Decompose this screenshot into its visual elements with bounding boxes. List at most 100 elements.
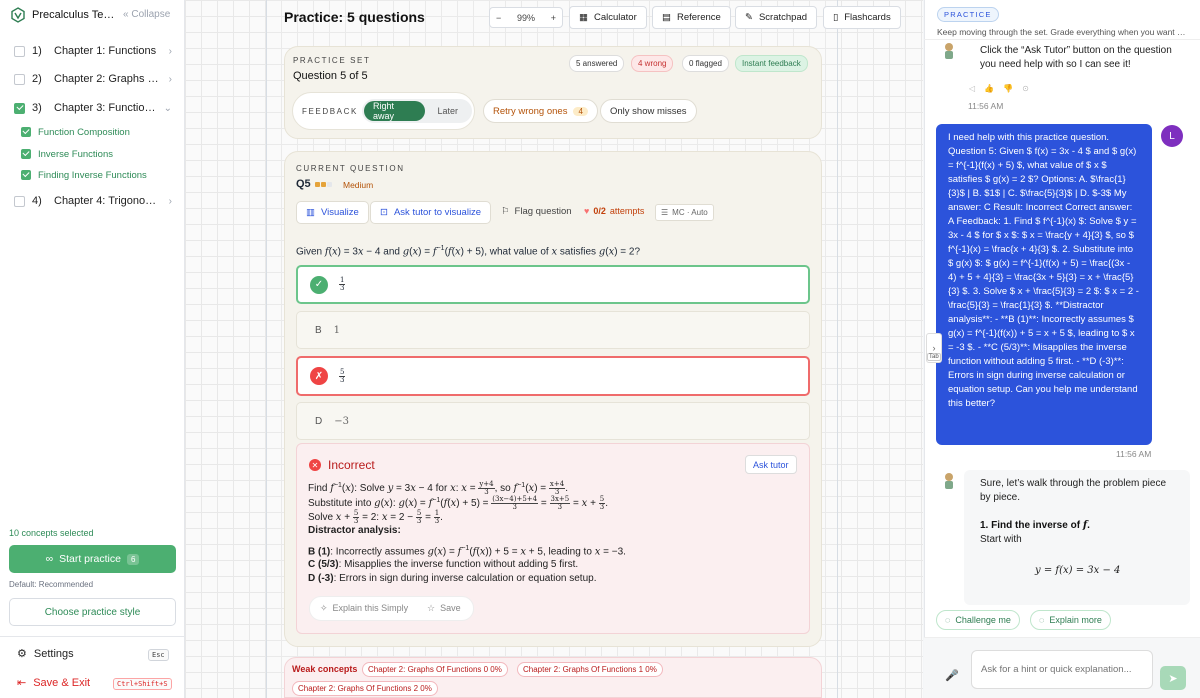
star-icon: ☆	[427, 603, 436, 613]
subtopic-item[interactable]: Finding Inverse Functions	[21, 168, 147, 182]
explain-simply-button[interactable]: ✧ Explain this Simply	[320, 603, 408, 614]
chevron-right-icon[interactable]: ›	[169, 196, 172, 207]
step-equation: y = f(x) = 3x − 4	[1035, 565, 1121, 576]
practice-set-label: PRACTICE SET	[293, 56, 371, 65]
page-title: Practice: 5 questions	[284, 9, 425, 25]
scratchpad-button[interactable]: ✎ Scratchpad	[735, 6, 818, 29]
answer-option-c[interactable]: ✗ 53	[296, 356, 810, 396]
thumbs-up-icon[interactable]: 👍	[984, 84, 994, 93]
message-actions: ◁ 👍 👎 ⊙	[969, 84, 1029, 93]
chevron-down-icon[interactable]: ⌄	[164, 103, 172, 114]
sidebar-chapter-4[interactable]: 4) Chapter 4: Trigonometry ›	[14, 192, 172, 210]
tutor-avatar-icon	[945, 43, 953, 59]
chevron-right-icon[interactable]: ›	[169, 46, 172, 57]
default-style-text: Default: Recommended	[9, 580, 94, 589]
feedback-step-1: Find f−1(x): Solve y = 3x − 4 for x: x =…	[308, 480, 568, 496]
weak-concept-tag[interactable]: Chapter 2: Graphs Of Functions 1 0%	[517, 662, 663, 677]
chevron-right-icon[interactable]: ›	[169, 74, 172, 85]
tutor-message: Click the “Ask Tutor” button on the ques…	[980, 45, 1172, 70]
chat-subtitle: Keep moving through the set. Grade every…	[937, 27, 1187, 37]
choose-practice-style-button[interactable]: Choose practice style	[9, 598, 176, 626]
zoom-in-button[interactable]: +	[551, 13, 556, 23]
subtopic-checkbox[interactable]	[21, 127, 31, 137]
step-text: Start with	[980, 534, 1022, 545]
error-icon: ✕	[309, 459, 321, 471]
feedback-label: FEEDBACK	[302, 107, 358, 116]
weak-concept-tag[interactable]: Chapter 2: Graphs Of Functions 0 0%	[362, 662, 508, 677]
subtopic-item[interactable]: Inverse Functions	[21, 147, 113, 161]
subtopic-item[interactable]: Function Composition	[21, 125, 130, 139]
chapter-checkbox[interactable]	[14, 102, 25, 114]
flag-question-button[interactable]: ⚐ Flag question	[501, 206, 572, 217]
feedback-title: ✕ Incorrect	[309, 458, 375, 472]
answer-option-a[interactable]: ✓ 13	[296, 265, 810, 304]
tutor-avatar-icon	[945, 473, 953, 489]
attempts-indicator: ♥ 0/2 attempts	[584, 206, 645, 216]
distractor-b: B (1): Incorrectly assumes g(x) = f−1(f(…	[308, 545, 626, 558]
subtopic-checkbox[interactable]	[21, 149, 31, 159]
x-icon: ✗	[310, 367, 328, 385]
chapter-checkbox[interactable]	[14, 73, 25, 85]
heart-icon: ♥	[584, 206, 590, 216]
answered-badge: 5 answered	[569, 55, 625, 72]
thumbs-down-icon[interactable]: 👎	[1003, 84, 1013, 93]
question-text: Given f(x) = 3x − 4 and g(x) = f−1(f(x) …	[296, 245, 641, 258]
zoom-level: 99%	[516, 12, 535, 23]
chapter-checkbox[interactable]	[14, 195, 25, 207]
instant-feedback-badge: Instant feedback	[735, 55, 808, 72]
subtopic-checkbox[interactable]	[21, 170, 31, 180]
mode-badge: ☰ MC · Auto	[655, 204, 714, 221]
option-c-value: 53	[339, 367, 346, 384]
option-d-letter: D	[315, 415, 323, 427]
ask-tutor-visualize-button[interactable]: ⊡ Ask tutor to visualize	[370, 201, 492, 224]
challenge-me-button[interactable]: ◌ Challenge me	[936, 610, 1020, 630]
cards-icon: ▯	[833, 12, 839, 23]
flashcards-button[interactable]: ▯ Flashcards	[823, 6, 901, 29]
option-b-value: 1	[333, 324, 341, 336]
option-a-value: 13	[339, 276, 346, 292]
question-progress: Question 5 of 5	[293, 70, 368, 82]
visualize-button[interactable]: ▥ Visualize	[296, 201, 369, 224]
send-button[interactable]: ➤	[1160, 666, 1186, 690]
question-number: Q5	[296, 178, 311, 190]
check-icon: ✓	[310, 275, 328, 294]
feedback-step-3: Solve x + 53 = 2: x = 2 − 53 = 13.	[308, 509, 443, 525]
exit-icon: ⇤	[17, 677, 27, 689]
gear-icon: ⚙	[17, 648, 27, 660]
answer-option-b[interactable]: B 1	[296, 311, 810, 349]
only-show-misses-button[interactable]: Only show misses	[600, 99, 697, 123]
current-question-label: CURRENT QUESTION	[296, 164, 405, 173]
ask-tutor-button[interactable]: Ask tutor	[745, 455, 797, 474]
tab-shortcut: Tab	[927, 353, 941, 361]
explain-more-button[interactable]: ◌ Explain more	[1030, 610, 1111, 630]
copy-icon[interactable]: ⊙	[1022, 84, 1029, 93]
start-practice-button[interactable]: ∞ Start practice 6	[9, 545, 176, 573]
list-icon: ☰	[661, 208, 669, 217]
feedback-step-2: Substitute into g(x): g(x) = f−1(f(x) + …	[308, 495, 608, 511]
save-exit-button[interactable]: ⇤ Save & Exit	[17, 676, 90, 690]
reference-button[interactable]: ▤ Reference	[652, 6, 731, 29]
speaker-icon[interactable]: ◁	[969, 84, 975, 93]
save-button[interactable]: ☆ Save	[427, 603, 461, 614]
zoom-out-button[interactable]: −	[496, 13, 501, 23]
microphone-icon[interactable]: 🎤	[945, 669, 959, 682]
answer-option-d[interactable]: D −3	[296, 402, 810, 440]
sidebar-chapter-1[interactable]: 1) Chapter 1: Functions ›	[14, 42, 172, 60]
later-option[interactable]: Later	[425, 106, 470, 116]
pencil-icon: ✎	[745, 12, 753, 23]
calculator-button[interactable]: ▦ Calculator	[569, 6, 647, 29]
retry-wrong-button[interactable]: Retry wrong ones 4	[483, 99, 598, 123]
right-away-option[interactable]: Right away	[364, 101, 426, 121]
weak-concept-tag[interactable]: Chapter 2: Graphs Of Functions 2 0%	[292, 681, 438, 696]
settings-button[interactable]: ⚙ Settings	[17, 647, 74, 661]
collapse-button[interactable]: « Collapse	[123, 9, 170, 20]
message-time: 11:56 AM	[1116, 449, 1152, 459]
sidebar-chapter-2[interactable]: 2)Chapter 2: Graphs of Functions›	[14, 70, 172, 88]
bar-chart-icon: ▥	[306, 207, 315, 218]
sparkle-icon: ✧	[320, 603, 328, 613]
sidebar: Precalculus Textbook « Collapse 1)Chapte…	[0, 0, 185, 698]
chat-bubble-icon: ◌	[945, 615, 951, 625]
chat-input[interactable]	[971, 650, 1153, 689]
chapter-checkbox[interactable]	[14, 45, 25, 57]
sidebar-chapter-3[interactable]: 3)Chapter 3: Function Composition and In…	[14, 99, 172, 117]
